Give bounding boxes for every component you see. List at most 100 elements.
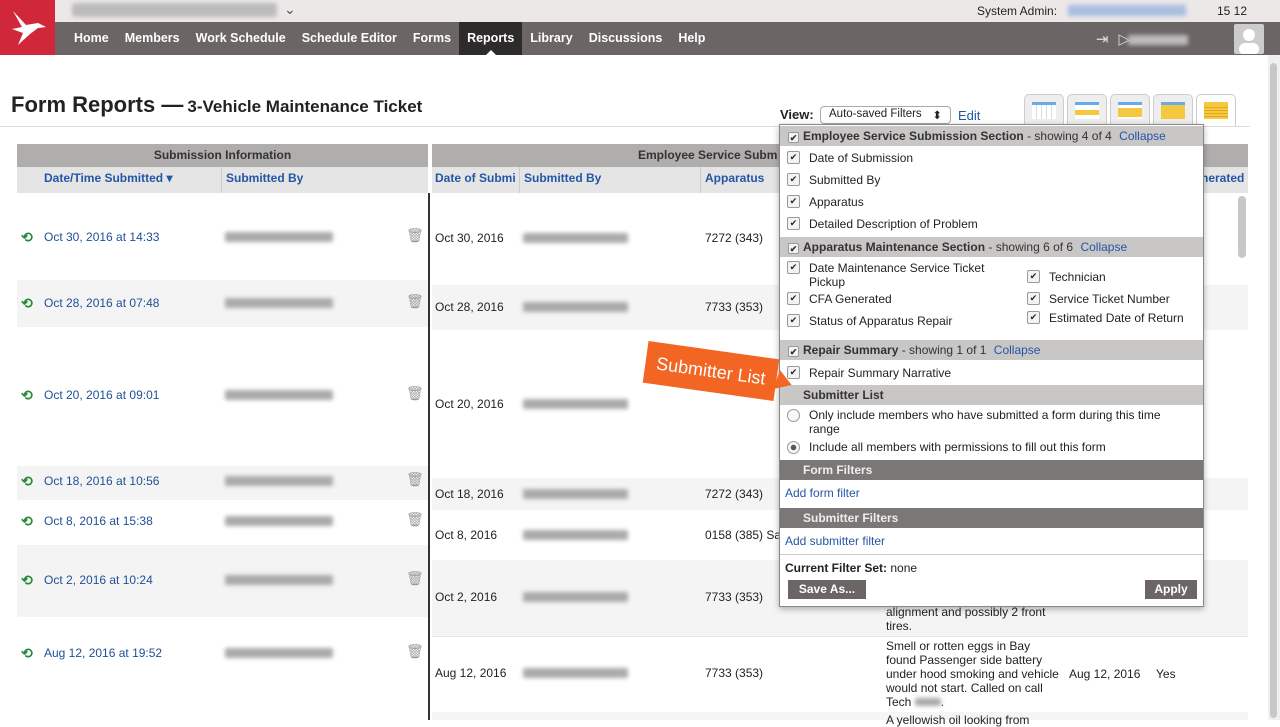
apparatus: 0158 (385) Sa — [705, 528, 782, 542]
checkbox-detailed-description[interactable]: Detailed Description of Problem — [780, 217, 978, 231]
submitter-name-blurred — [225, 476, 333, 486]
trash-icon[interactable]: 🗑 — [406, 511, 424, 528]
trash-icon[interactable]: 🗑 — [406, 385, 424, 402]
logout-icon[interactable]: ⇥ — [1096, 30, 1109, 48]
submitter-name-blurred — [225, 232, 333, 242]
app-logo[interactable] — [0, 0, 55, 55]
nav-reports[interactable]: Reports — [459, 22, 523, 55]
submitter-name-blurred — [523, 233, 628, 243]
grid-icon — [1118, 102, 1142, 119]
table-scrollbar[interactable] — [1238, 196, 1246, 258]
apparatus: 7733 (353) — [705, 666, 764, 680]
submitter-list-header: Submitter List — [780, 385, 1203, 405]
description-aug: Smell or rotten eggs in Bay found Passeng… — [886, 639, 1059, 709]
trash-icon[interactable]: 🗑 — [406, 471, 424, 488]
checkbox-date-maintenance-pickup[interactable]: Date Maintenance Service Ticket Pickup — [780, 261, 1020, 289]
checkbox-cfa-generated[interactable]: CFA Generated — [780, 292, 892, 306]
grid-icon — [1032, 102, 1056, 119]
restore-icon[interactable]: ⟲ — [21, 295, 33, 312]
view-tab-4[interactable] — [1153, 94, 1193, 126]
submission-datetime[interactable]: Oct 2, 2016 at 10:24 — [44, 573, 153, 587]
checkbox-submitted-by[interactable]: Submitted By — [780, 173, 880, 187]
checkbox-apparatus[interactable]: Apparatus — [780, 195, 864, 209]
admin-name-blurred — [1068, 5, 1186, 16]
add-submitter-filter-link[interactable]: Add submitter filter — [785, 534, 885, 548]
apparatus: 7733 (353) — [705, 590, 764, 604]
submitter-name-blurred — [523, 668, 628, 678]
col-apparatus[interactable]: Apparatus — [700, 167, 764, 193]
trash-icon[interactable]: 🗑 — [406, 293, 424, 310]
restore-icon[interactable]: ⟲ — [21, 513, 33, 530]
radio-only-submitted[interactable]: Only include members who have submitted … — [780, 408, 1180, 436]
submitter-name-blurred — [225, 648, 333, 658]
submitter-name-blurred — [523, 489, 628, 499]
section-employee-service[interactable]: ✔ Employee Service Submission Section - s… — [780, 126, 1203, 146]
checkbox-service-ticket-number[interactable]: Service Ticket Number — [1020, 292, 1170, 306]
col-date-of-submission[interactable]: Date of Submi — [431, 167, 516, 193]
view-label: View: — [780, 107, 814, 122]
restore-icon[interactable]: ⟲ — [21, 387, 33, 404]
nav-schedule-editor[interactable]: Schedule Editor — [294, 22, 405, 55]
edit-view-link[interactable]: Edit — [958, 108, 980, 123]
view-select[interactable]: Auto-saved Filters ⬍ — [820, 106, 951, 124]
clock-time: 15 12 — [1217, 4, 1248, 18]
checkbox-repair-summary-narrative[interactable]: Repair Summary Narrative — [780, 366, 951, 380]
form-filters-header: Form Filters — [780, 460, 1203, 480]
section-repair-summary[interactable]: ✔ Repair Summary - showing 1 of 1 Collaps… — [780, 340, 1203, 360]
org-name-blurred[interactable] — [72, 3, 277, 17]
page-scrollbar[interactable] — [1268, 55, 1280, 720]
submission-datetime[interactable]: Oct 8, 2016 at 15:38 — [44, 514, 153, 528]
submission-datetime[interactable]: Oct 30, 2016 at 14:33 — [44, 230, 159, 244]
restore-icon[interactable]: ⟲ — [21, 572, 33, 589]
submission-datetime[interactable]: Oct 20, 2016 at 09:01 — [44, 388, 159, 402]
collapse-link[interactable]: Collapse — [1080, 240, 1127, 254]
checkbox-status-of-repair[interactable]: Status of Apparatus Repair — [780, 314, 952, 328]
submission-datetime[interactable]: Aug 12, 2016 at 19:52 — [44, 646, 162, 660]
user-name-blurred[interactable] — [1128, 35, 1188, 45]
nav-members[interactable]: Members — [117, 22, 188, 55]
collapse-link[interactable]: Collapse — [994, 343, 1041, 357]
restore-icon[interactable]: ⟲ — [21, 645, 33, 662]
submitter-name-blurred — [225, 390, 333, 400]
save-as-button[interactable]: Save As... — [788, 580, 866, 599]
current-filter-set: Current Filter Set: none — [785, 561, 918, 575]
submission-info-header: Submission Information — [17, 144, 428, 167]
apply-button[interactable]: Apply — [1145, 580, 1197, 599]
submitter-name-blurred — [523, 399, 628, 409]
submission-datetime[interactable]: Oct 18, 2016 at 10:56 — [44, 474, 159, 488]
section-apparatus-maintenance[interactable]: ✔ Apparatus Maintenance Section - showing… — [780, 237, 1203, 257]
checkbox-date-of-submission[interactable]: Date of Submission — [780, 151, 913, 165]
restore-icon[interactable]: ⟲ — [21, 473, 33, 490]
date-of-submission: Oct 20, 2016 — [435, 397, 504, 411]
trash-icon[interactable]: 🗑 — [406, 643, 424, 660]
trash-icon[interactable]: 🗑 — [406, 227, 424, 244]
nav-forms[interactable]: Forms — [405, 22, 459, 55]
nav-work-schedule[interactable]: Work Schedule — [188, 22, 294, 55]
checkbox-technician[interactable]: Technician — [1020, 270, 1106, 284]
view-tab-2[interactable] — [1067, 94, 1107, 126]
nav-home[interactable]: Home — [66, 22, 117, 55]
grid-icon — [1204, 102, 1228, 119]
view-tab-1[interactable] — [1024, 94, 1064, 126]
collapse-link[interactable]: Collapse — [1119, 129, 1166, 143]
avatar[interactable] — [1234, 24, 1264, 54]
checkbox-estimated-return[interactable]: Estimated Date of Return — [1020, 311, 1190, 325]
nav-help[interactable]: Help — [670, 22, 713, 55]
col-date-time-submitted[interactable]: Date/Time Submitted ▾ — [40, 167, 173, 193]
view-tab-3[interactable] — [1110, 94, 1150, 126]
nav-discussions[interactable]: Discussions — [581, 22, 671, 55]
date-of-submission: Oct 18, 2016 — [435, 487, 504, 501]
cfa-generated-value: Yes — [1156, 667, 1176, 681]
submission-datetime[interactable]: Oct 28, 2016 at 07:48 — [44, 296, 159, 310]
restore-icon[interactable]: ⟲ — [21, 229, 33, 246]
add-form-filter-link[interactable]: Add form filter — [785, 486, 860, 500]
nav-library[interactable]: Library — [522, 22, 580, 55]
trash-icon[interactable]: 🗑 — [406, 570, 424, 587]
chevron-down-icon[interactable]: ⌄ — [284, 1, 296, 18]
radio-include-all[interactable]: Include all members with permissions to … — [780, 440, 1106, 454]
form-name: 3-Vehicle Maintenance Ticket — [187, 97, 423, 116]
col-cfa-generated[interactable]: nerated — [1197, 167, 1244, 193]
view-tab-5[interactable] — [1196, 94, 1236, 126]
col-submitted-by-2[interactable]: Submitted By — [519, 167, 601, 193]
col-submitted-by[interactable]: Submitted By — [221, 167, 303, 193]
